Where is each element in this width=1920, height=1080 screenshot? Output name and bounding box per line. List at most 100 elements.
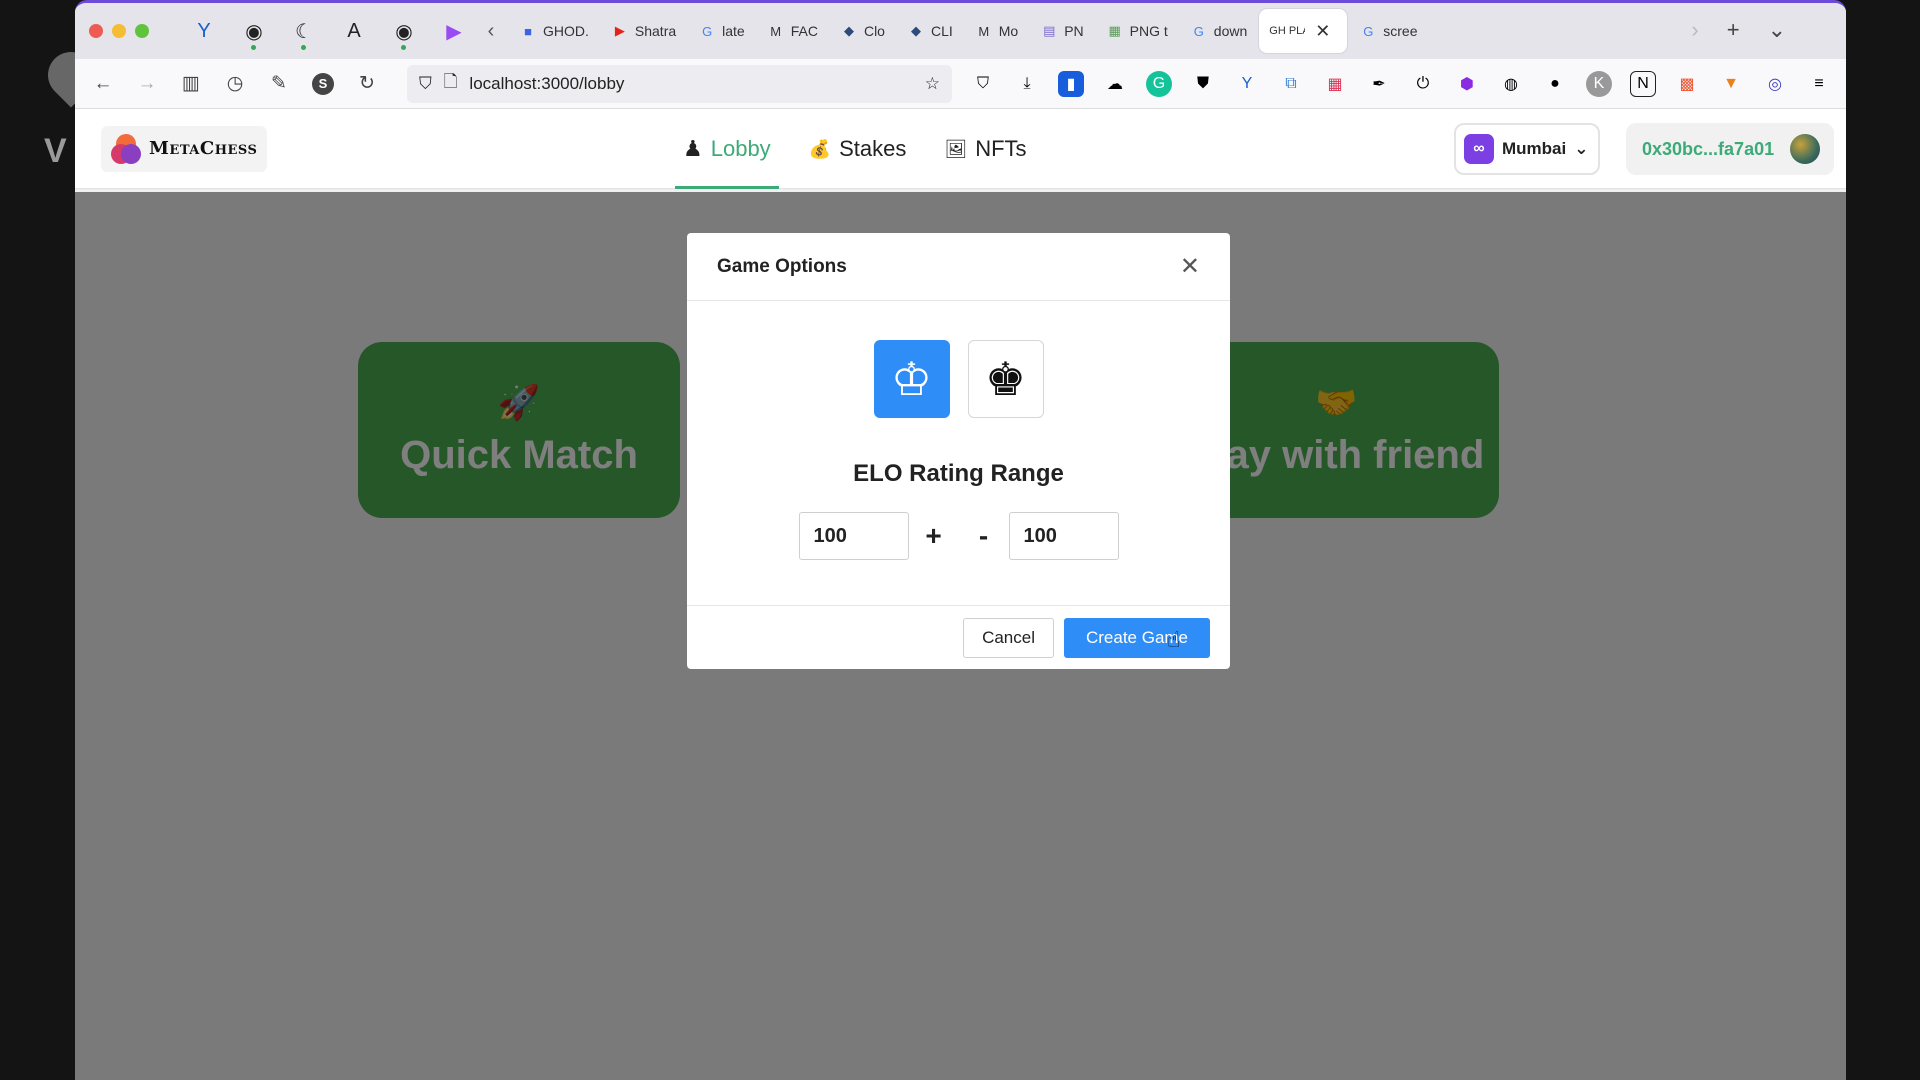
metamask-fox-icon[interactable]: ▼ — [1718, 71, 1744, 97]
tab-controls: › + ⌄ — [1691, 17, 1786, 43]
screenshot-icon[interactable]: ⧉ — [1278, 71, 1304, 97]
elo-minus-input[interactable] — [1008, 512, 1119, 560]
tab-favicon-icon: ◆ — [910, 23, 921, 38]
tools-icon[interactable]: ✎ — [261, 66, 297, 102]
elo-range-row: + - — [687, 512, 1230, 560]
nav-tab-nfts[interactable]: 🖼 NFTs — [940, 109, 1030, 189]
extension-face-icon[interactable]: ◍ — [1498, 71, 1524, 97]
active-tab[interactable]: GH PLA ✕ — [1259, 9, 1348, 53]
eyedropper-icon[interactable]: ✒ — [1366, 71, 1392, 97]
minimize-window-button[interactable] — [112, 24, 126, 38]
modal-footer: Cancel Create Game — [687, 605, 1230, 669]
download-icon[interactable]: ⤓ — [1014, 71, 1040, 97]
tab[interactable]: ◆ Clo — [830, 9, 895, 53]
extension-s-icon[interactable]: S — [305, 66, 341, 102]
cancel-button[interactable]: Cancel — [963, 617, 1054, 658]
avatar — [1790, 134, 1820, 164]
pinned-tab-icon[interactable]: A — [339, 16, 369, 46]
chevron-down-icon: ⌄ — [1574, 139, 1589, 158]
cloud-icon[interactable]: ☁ — [1102, 71, 1128, 97]
forward-arrow-icon[interactable]: → — [129, 66, 165, 102]
grammarly-icon[interactable]: G — [1146, 70, 1172, 97]
calendar-icon[interactable]: ▦ — [1322, 71, 1348, 97]
url-text[interactable]: localhost:3000/lobby — [469, 74, 912, 94]
tab-label: down — [1213, 23, 1248, 39]
close-window-button[interactable] — [89, 24, 103, 38]
power-icon[interactable]: ⏻ — [1410, 71, 1436, 97]
black-king-option[interactable]: ♚ — [967, 340, 1044, 418]
app-logo[interactable]: MetaChess — [101, 125, 268, 172]
page-icon: 🗋 — [443, 72, 458, 91]
network-name: Mumbai — [1502, 139, 1567, 158]
tab-label: late — [722, 23, 745, 39]
pinned-tab-icon[interactable]: Y — [189, 16, 219, 46]
tab-label: PNG t — [1129, 23, 1168, 39]
notion-icon[interactable]: N — [1630, 70, 1656, 97]
close-tab-icon[interactable]: ✕ — [1315, 21, 1330, 42]
tab[interactable]: Gdown — [1180, 9, 1257, 53]
browser-window: Y ◉ ☾ A ◉ ▶ ‹ ■ GHOD. ▶ Shatra Glate M FAC … — [75, 0, 1846, 1080]
extension-hex-icon[interactable]: ⬢ — [1454, 71, 1480, 97]
sidebar-icon[interactable]: ▥ — [173, 66, 209, 102]
play-icon[interactable]: ▶ — [439, 16, 469, 46]
extension-k-icon[interactable]: K — [1586, 70, 1612, 97]
extension-y-icon[interactable]: Y — [1234, 71, 1260, 97]
tab[interactable]: ◆ CLI — [897, 9, 963, 53]
modal-title: Game Options — [717, 255, 847, 277]
image-icon: ▦ — [1108, 23, 1121, 38]
tab[interactable]: ■ GHOD. — [509, 9, 599, 53]
nav-tab-lobby[interactable]: ♟ Lobby — [675, 109, 779, 189]
extensions-toolbar: ⛉ ⤓ ▮ ☁ G ⛊ Y ⧉ ▦ ✒ ⏻ ⬢ ◍ ● K N ▩ ▼ ◎ ≡ — [970, 70, 1832, 97]
metachess-logo-icon — [111, 133, 141, 164]
new-tab-icon[interactable]: + — [1727, 17, 1740, 43]
main-nav: ♟ Lobby 💰 Stakes 🖼 NFTs — [675, 109, 1031, 189]
create-game-button[interactable]: Create Game — [1064, 617, 1210, 658]
tab-favicon-icon: M — [978, 23, 990, 39]
tab[interactable]: M FAC — [757, 9, 828, 53]
google-icon: G — [1363, 23, 1374, 39]
tab[interactable]: M Mo — [965, 9, 1028, 53]
document-icon: ▤ — [1043, 23, 1056, 38]
tab-label: Shatra — [634, 23, 677, 39]
pinned-tabs: Y ◉ ☾ A ◉ ▶ — [189, 16, 469, 50]
money-bag-icon: 💰 — [808, 138, 832, 159]
tab[interactable]: ▦ PNG t — [1096, 9, 1178, 53]
pawn-icon: ♟ — [683, 136, 703, 161]
maximize-window-button[interactable] — [135, 24, 149, 38]
elo-plus-input[interactable] — [798, 512, 909, 560]
github-icon[interactable]: ◉ — [239, 16, 269, 50]
cookie-icon[interactable]: ● — [1542, 71, 1568, 97]
tab-list-chevron-icon[interactable]: ⌄ — [1768, 17, 1786, 43]
extension-c-icon[interactable]: ◎ — [1762, 71, 1788, 97]
history-icon[interactable]: ◷ — [217, 66, 253, 102]
extension-grid-icon[interactable]: ▩ — [1674, 71, 1700, 97]
polygon-icon: ∞ — [1464, 134, 1494, 164]
address-bar[interactable]: ⛉ 🗋 localhost:3000/lobby ☆ — [407, 64, 952, 103]
nav-tab-stakes[interactable]: 💰 Stakes — [805, 109, 911, 189]
hand-cursor-icon: ☝ — [1167, 627, 1181, 652]
menu-icon[interactable]: ≡ — [1806, 71, 1832, 97]
tab[interactable]: ▤ PN — [1030, 9, 1093, 53]
close-icon[interactable]: ✕ — [1180, 252, 1200, 281]
pinned-tab-icon[interactable]: ☾ — [289, 16, 319, 50]
tab[interactable]: Glate — [688, 9, 755, 53]
bookmark-star-icon[interactable]: ☆ — [925, 74, 940, 94]
tab[interactable]: ▶ Shatra — [601, 9, 686, 53]
github-icon[interactable]: ◉ — [389, 16, 419, 50]
back-arrow-icon[interactable]: ← — [85, 66, 121, 102]
tab-label: GH PLA — [1269, 25, 1305, 37]
network-selector[interactable]: ∞ Mumbai ⌄ — [1454, 123, 1600, 175]
pocket-icon[interactable]: ⛉ — [970, 71, 996, 97]
ublock-icon[interactable]: ⛊ — [1190, 71, 1216, 97]
navigation-toolbar: ← → ▥ ◷ ✎ S ↻ ⛉ 🗋 localhost:3000/lobby ☆… — [75, 59, 1846, 109]
reload-icon[interactable]: ↻ — [349, 66, 385, 102]
bitwarden-icon[interactable]: ▮ — [1058, 70, 1084, 97]
tab-label: Clo — [863, 23, 885, 39]
tab[interactable]: Gscree — [1349, 9, 1427, 53]
shield-icon[interactable]: ⛉ — [419, 74, 432, 94]
wallet-button[interactable]: 0x30bc...fa7a01 — [1626, 123, 1834, 175]
scroll-tabs-left-icon[interactable]: ‹ — [479, 20, 503, 43]
wallet-address: 0x30bc...fa7a01 — [1642, 138, 1775, 159]
scroll-tabs-right-icon[interactable]: › — [1691, 17, 1698, 43]
white-king-option[interactable]: ♔ — [873, 340, 950, 418]
